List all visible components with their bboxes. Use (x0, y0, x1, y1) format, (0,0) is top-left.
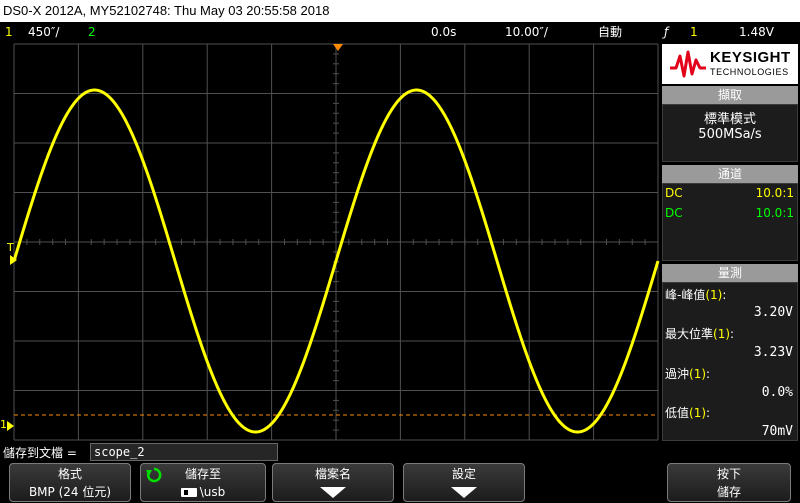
channels-header[interactable]: 通道 (662, 165, 798, 183)
trigger-channel[interactable]: 1 (690, 22, 698, 42)
time-offset[interactable]: 0.0s (431, 22, 456, 42)
status-bar: 1 450″/ 2 0.0s 10.00″/ 自動 ƒ 1 1.48V (0, 22, 800, 42)
measure-value: 0.0% (761, 385, 793, 400)
measure-header[interactable]: 量測 (662, 264, 798, 282)
measure-channel: (1) (713, 327, 731, 341)
save-to-value: \usb (141, 484, 265, 500)
keysight-wave-icon (670, 50, 706, 78)
measure-item: 最大位準(1): (665, 325, 734, 342)
ch1-ground-arrow-icon (7, 421, 14, 431)
measure-item: 峰-峰值(1): (665, 286, 726, 303)
measure-item: 低值(1): (665, 404, 710, 421)
window-title: DS0-X 2012A, MY52102748: Thu May 03 20:5… (3, 3, 330, 18)
settings-title: 設定 (451, 467, 476, 481)
trigger-mode[interactable]: 自動 (598, 22, 622, 42)
format-softkey[interactable]: 格式 BMP (24 位元) (9, 463, 131, 502)
measure-value: 3.20V (753, 305, 793, 320)
save-to-softkey[interactable]: 儲存至 \usb (140, 463, 266, 502)
graticule: T 1 (0, 43, 660, 441)
measure-label: 低值 (665, 406, 690, 420)
measure-suffix: : (706, 406, 711, 420)
sample-rate: 500MSa/s (698, 127, 762, 142)
measure-suffix: : (722, 288, 727, 302)
measure-channel: (1) (705, 288, 723, 302)
settings-softkey[interactable]: 設定 (403, 463, 525, 502)
trigger-edge-icon: ƒ (664, 25, 669, 39)
ch1-probe-ratio: 10.0:1 (755, 186, 794, 200)
arrow-down-icon (451, 487, 477, 498)
ch2-probe-ratio: 10.0:1 (755, 206, 794, 220)
save-to-path: \usb (199, 485, 226, 499)
ch1-coupling: DC (665, 186, 683, 200)
ch1-scale[interactable]: 450″/ (28, 22, 59, 42)
measure-channel: (1) (689, 367, 707, 381)
measure-panel[interactable]: 峰-峰值(1): 3.20V 最大位準(1): 3.23V 過沖(1): 0.0… (662, 282, 798, 441)
trigger-level-marker: T (6, 241, 14, 254)
ch2-coupling: DC (665, 206, 683, 220)
save-to-title: 儲存至 (184, 467, 221, 481)
measure-value: 70mV (761, 424, 793, 439)
measure-label: 峰-峰值 (665, 288, 706, 302)
filename-softkey[interactable]: 檔案名 (272, 463, 394, 502)
acquire-panel[interactable]: 標準模式 500MSa/s (662, 104, 798, 162)
keysight-logo: KEYSIGHT TECHNOLOGIES (662, 44, 798, 84)
save-to-file-label: 儲存到文檔 = (3, 446, 77, 460)
measure-label: 過沖 (665, 367, 690, 381)
time-scale[interactable]: 10.00″/ (505, 22, 548, 42)
brand-name: KEYSIGHT (710, 49, 791, 66)
format-title: 格式 (57, 467, 82, 481)
ch1-ground-marker: 1 (0, 418, 7, 431)
channels-panel[interactable]: DC 10.0:1 DC 10.0:1 (662, 183, 798, 261)
ch2-number[interactable]: 2 (88, 22, 96, 42)
title-bar: DS0-X 2012A, MY52102748: Thu May 03 20:5… (0, 0, 800, 22)
measure-channel: (1) (689, 406, 707, 420)
acquire-header[interactable]: 擷取 (662, 86, 798, 104)
format-value: BMP (24 位元) (28, 485, 112, 499)
brand-sub: TECHNOLOGIES (710, 67, 789, 77)
measure-suffix: : (706, 367, 711, 381)
ch1-number[interactable]: 1 (5, 22, 13, 42)
measure-value: 3.23V (753, 345, 793, 360)
grid-lines (13, 43, 659, 441)
press-title: 按下 (716, 467, 741, 481)
press-to-save-softkey[interactable]: 按下 儲存 (667, 463, 791, 502)
press-value: 儲存 (716, 485, 741, 499)
acquire-mode: 標準模式 (703, 112, 756, 127)
measure-item: 過沖(1): (665, 365, 710, 382)
measure-suffix: : (730, 327, 735, 341)
usb-icon (180, 488, 197, 497)
arrow-down-icon (320, 487, 346, 498)
trigger-level[interactable]: 1.48V (739, 22, 774, 42)
trigger-position-marker (333, 44, 343, 51)
waveform-display[interactable]: T 1 (0, 42, 660, 442)
filename-field[interactable]: scope_2 (90, 443, 278, 461)
filename-title: 檔案名 (314, 467, 351, 481)
measure-label: 最大位準 (665, 327, 714, 341)
